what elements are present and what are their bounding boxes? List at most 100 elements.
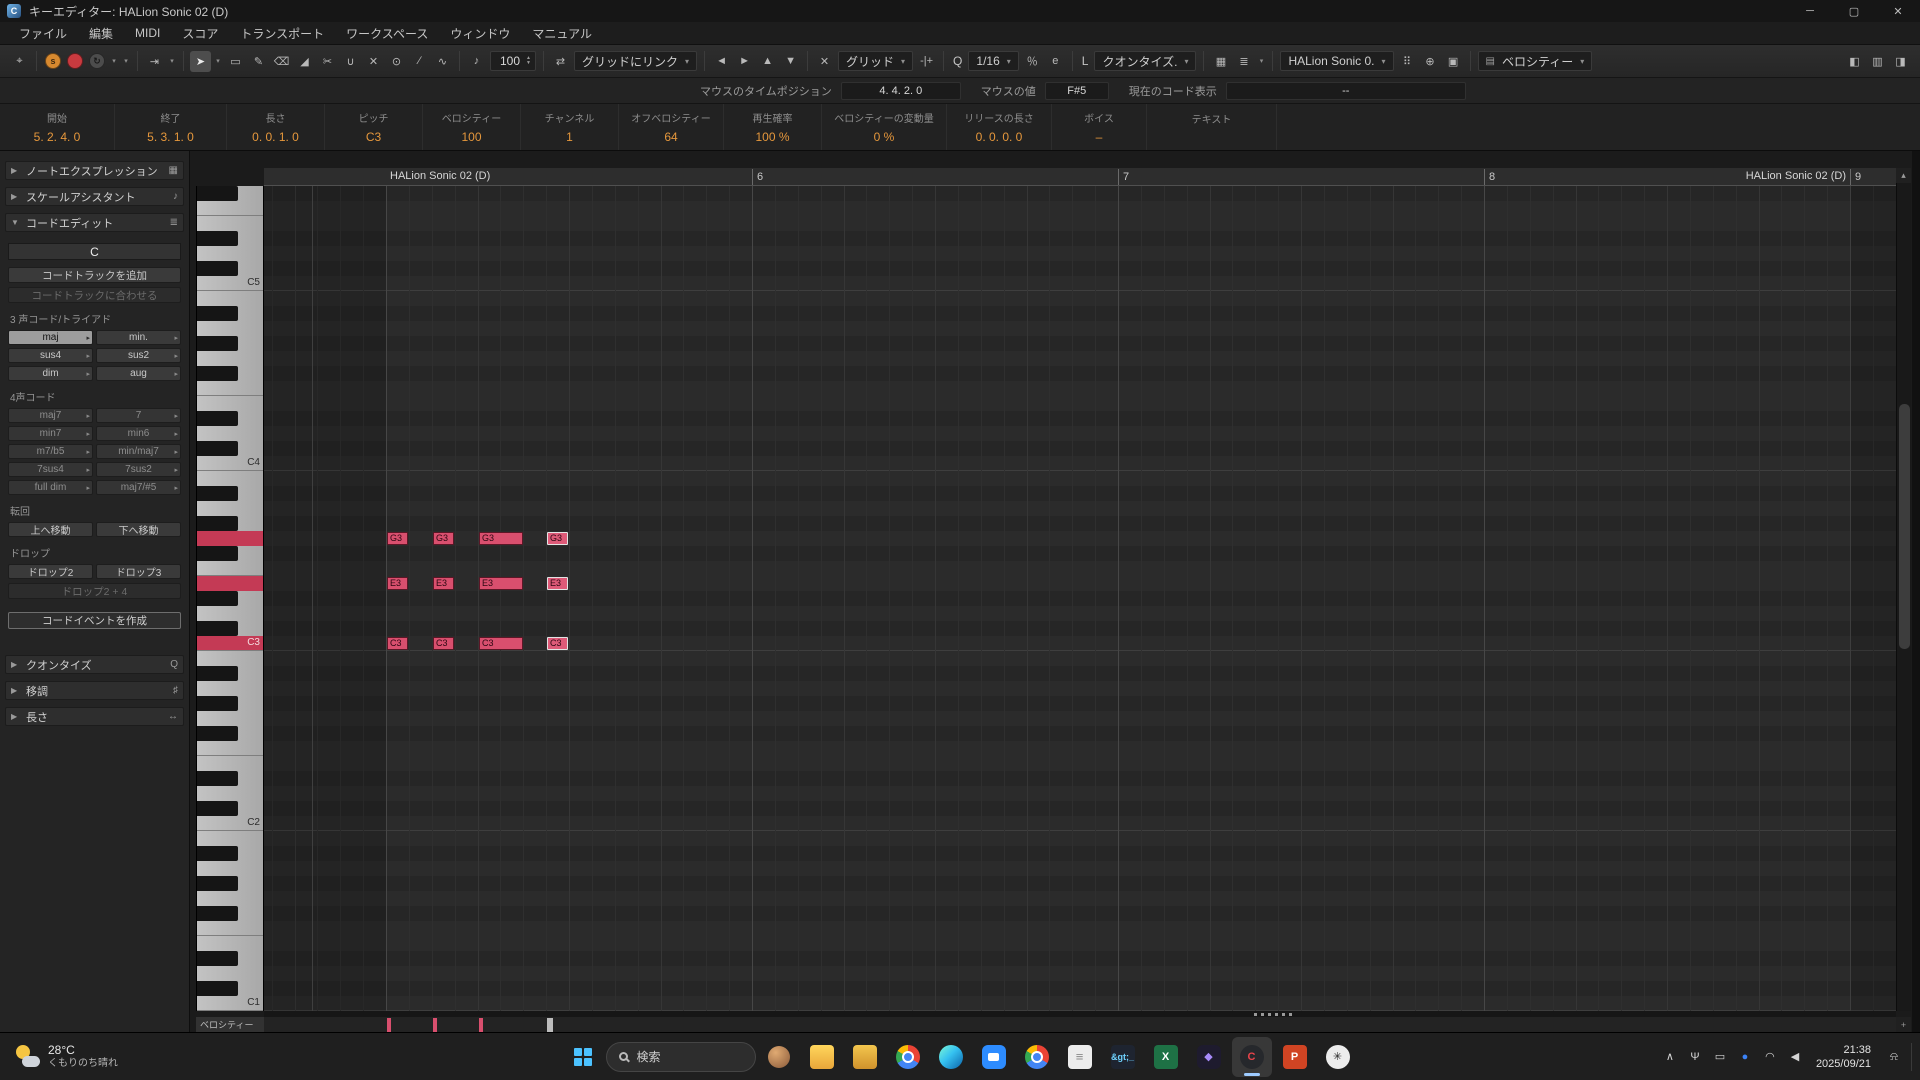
right-zone-toggle-icon[interactable]: ◨ (1890, 51, 1911, 72)
piano-key-D4[interactable] (197, 426, 263, 441)
powerpoint-button[interactable]: P (1275, 1037, 1315, 1077)
piano-key-B2[interactable] (197, 651, 263, 666)
wifi-icon[interactable]: ◠ (1758, 1037, 1782, 1077)
split-tool[interactable]: ✂ (317, 51, 338, 72)
close-button[interactable]: ✕ (1876, 0, 1920, 22)
quantize-preset-dropdown[interactable]: 1/16 ▾ (968, 51, 1019, 71)
current-chord-display[interactable]: C (8, 243, 181, 260)
piano-key-A1[interactable] (197, 861, 263, 876)
search-input[interactable]: 検索 (605, 1041, 756, 1072)
auto-scroll-icon[interactable]: ⇥ (144, 51, 165, 72)
create-chord-event-button[interactable]: コードイベントを作成 (8, 612, 181, 629)
capture-icon[interactable]: ▣ (1443, 51, 1464, 72)
piano-key-F4[interactable] (197, 381, 263, 396)
menu-item-0[interactable]: ファイル (8, 22, 78, 45)
velocity-bar-0[interactable] (387, 1018, 391, 1032)
snap-type-dropdown[interactable]: グリッド ▾ (838, 51, 914, 71)
nudge-right-icon[interactable]: ► (734, 51, 755, 72)
event-list-dropdown[interactable]: ▾ (1255, 51, 1267, 71)
piano-key-G1[interactable] (197, 891, 263, 906)
mouse-field-value-2[interactable]: -- (1225, 81, 1466, 100)
piano-key-F#4[interactable] (197, 366, 263, 381)
info-cell-3[interactable]: ピッチ C3 (325, 104, 423, 150)
show-note-expression-icon[interactable]: ▦ (1210, 51, 1231, 72)
menu-item-7[interactable]: マニュアル (521, 22, 603, 45)
mute-tool[interactable]: ✕ (363, 51, 384, 72)
midi-note-G3-3[interactable]: G3 (433, 532, 454, 545)
piano-key-C#1[interactable] (197, 981, 263, 996)
piano-key-C4[interactable]: C4 (197, 456, 263, 471)
piano-key-C1[interactable]: C1 (197, 996, 263, 1011)
info-cell-9[interactable]: リリースの長さ 0. 0. 0. 0 (947, 104, 1052, 150)
midi-note-E3-10[interactable]: E3 (547, 577, 568, 590)
insert-velocity-icon[interactable]: ♪ (466, 51, 487, 72)
excel-button[interactable]: X (1146, 1037, 1186, 1077)
chord-type-7[interactable]: 7 ▸ (96, 408, 181, 423)
piano-key-D#4[interactable] (197, 411, 263, 426)
chord-type-minmaj7[interactable]: min/maj7 ▸ (96, 444, 181, 459)
transpose-down-icon[interactable]: ▼ (780, 51, 801, 72)
piano-key-B3[interactable] (197, 471, 263, 486)
piano-key-C#4[interactable] (197, 441, 263, 456)
piano-key-F2[interactable] (197, 741, 263, 756)
piano-key-C#5[interactable] (197, 261, 263, 276)
inspector-section-bottom-2[interactable]: ▶ 長さ ↔ (5, 707, 184, 726)
piano-key-F5[interactable] (197, 201, 263, 216)
snap-toggle-icon[interactable]: ✕ (814, 51, 835, 72)
solo-editor-button[interactable]: s (45, 53, 61, 69)
piano-key-E2[interactable] (197, 756, 263, 771)
piano-key-E3[interactable] (197, 576, 263, 591)
step-input-icon[interactable]: ⇄ (550, 51, 571, 72)
start-button[interactable] (563, 1037, 603, 1077)
add-chord-track-button[interactable]: コードトラックを追加 (8, 267, 181, 283)
chord-type-maj7[interactable]: maj7 ▸ (8, 408, 93, 423)
piano-key-D#5[interactable] (197, 231, 263, 246)
info-cell-8[interactable]: ベロシティーの変動量 0 % (822, 104, 947, 150)
inversion-button-0[interactable]: 上へ移動 (8, 522, 93, 537)
notification-bell[interactable]: ⍾ (1880, 1037, 1908, 1077)
volume-icon[interactable]: ◀ (1783, 1037, 1807, 1077)
drop-button-1[interactable]: ドロップ3 (96, 564, 181, 579)
vertical-scrollbar[interactable] (1896, 168, 1911, 1011)
feedback-options-dropdown[interactable]: ▾ (108, 51, 120, 71)
piano-key-D5[interactable] (197, 246, 263, 261)
midi-note-E3-1[interactable]: E3 (387, 577, 408, 590)
piano-key-F3[interactable] (197, 561, 263, 576)
velocity-lane[interactable] (264, 1017, 1896, 1032)
piano-key-C3[interactable]: C3 (197, 636, 263, 651)
piano-key-F#5[interactable] (197, 186, 263, 201)
chord-type-sus4[interactable]: sus4 ▸ (8, 348, 93, 363)
menu-item-6[interactable]: ウィンドウ (439, 22, 521, 45)
zoom-tool[interactable]: ⊙ (386, 51, 407, 72)
piano-key-F#2[interactable] (197, 726, 263, 741)
piano-key-C2[interactable]: C2 (197, 816, 263, 831)
chord-type-7sus2[interactable]: 7sus2 ▸ (96, 462, 181, 477)
chatgpt-button[interactable]: ✳ (1318, 1037, 1358, 1077)
line-tool[interactable]: ∕ (409, 51, 430, 72)
info-cell-5[interactable]: チャンネル 1 (521, 104, 619, 150)
chord-type-min[interactable]: min. ▸ (96, 330, 181, 345)
inspector-section-top-1-expander-icon[interactable]: ▶ (11, 192, 20, 201)
piano-key-D#2[interactable] (197, 771, 263, 786)
piano-key-F#1[interactable] (197, 906, 263, 921)
inspector-section-bottom-2-expander-icon[interactable]: ▶ (11, 712, 20, 721)
piano-key-B4[interactable] (197, 291, 263, 306)
event-colors-dropdown[interactable]: ▤ ベロシティー ▾ (1477, 51, 1593, 71)
display-icon[interactable]: ▭ (1708, 1037, 1732, 1077)
piano-key-A#1[interactable] (197, 846, 263, 861)
insert-velocity-field[interactable]: 100 ▲ ▼ (490, 51, 536, 71)
zoom-button[interactable] (974, 1037, 1014, 1077)
menu-item-3[interactable]: スコア (171, 22, 229, 45)
chord-type-sus2[interactable]: sus2 ▸ (96, 348, 181, 363)
record-in-editor-button[interactable] (67, 53, 83, 69)
scrollbar-thumb[interactable] (1899, 404, 1910, 649)
piano-key-A4[interactable] (197, 321, 263, 336)
erase-tool[interactable]: ⌫ (271, 51, 292, 72)
inspector-section-top-2[interactable]: ▼ コードエディット ≣ (5, 213, 184, 232)
velocity-lane-tab[interactable]: ベロシティー (196, 1017, 264, 1032)
piano-key-D2[interactable] (197, 786, 263, 801)
grid-link-dropdown[interactable]: グリッドにリンク ▾ (573, 51, 698, 71)
draw-tool[interactable]: ✎ (248, 51, 269, 72)
insert-velocity-field-step-down[interactable]: ▼ (526, 61, 531, 66)
piano-key-G#1[interactable] (197, 876, 263, 891)
